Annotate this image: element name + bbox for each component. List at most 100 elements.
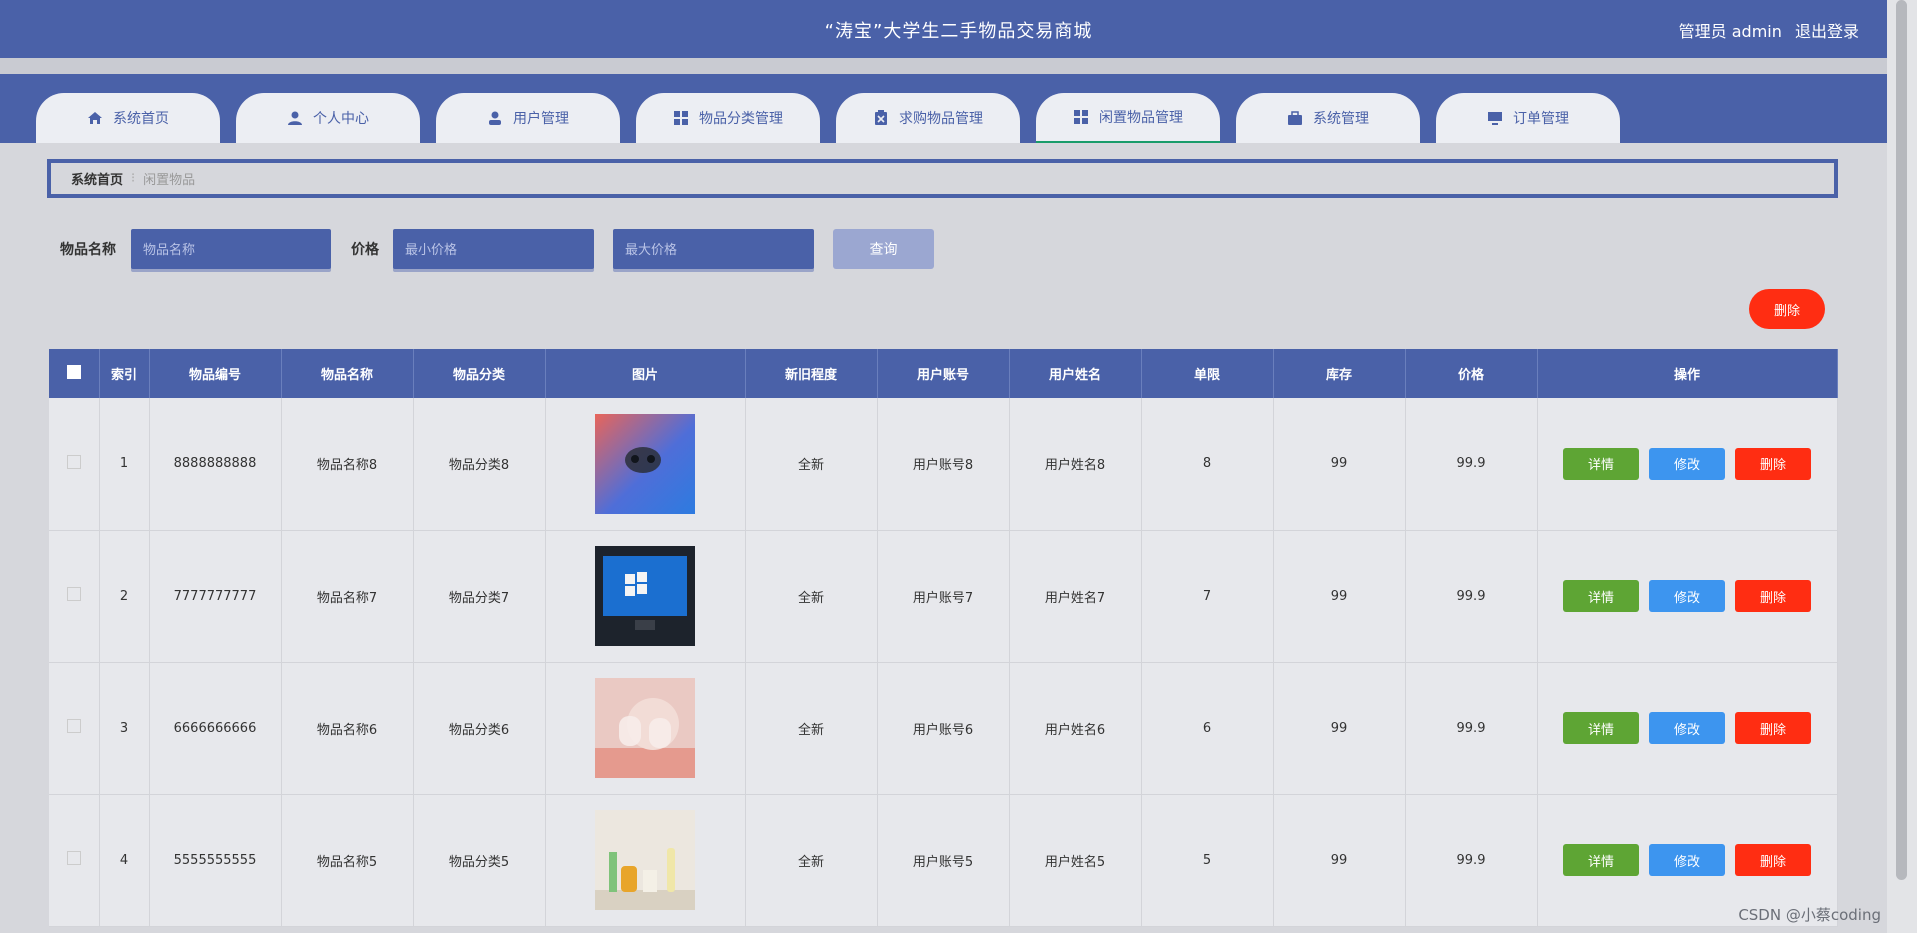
logout-link[interactable]: 退出登录 xyxy=(1795,22,1859,41)
nav-bar: 系统首页 个人中心 用户管理 物品分类管理 求购物品管理 闲置物品管理 系统管理… xyxy=(0,74,1917,143)
cell-actions: 详情 修改 删除 xyxy=(1537,398,1838,531)
tab-idle-items-management[interactable]: 闲置物品管理 xyxy=(1036,93,1220,143)
table-row: 3 6666666666 物品名称6 物品分类6 全新 用户账号6 用户姓名6 … xyxy=(49,662,1838,795)
select-all-cell xyxy=(49,349,100,398)
breadcrumb-home[interactable]: 系统首页 xyxy=(71,169,123,188)
row-checkbox[interactable] xyxy=(66,587,81,601)
cell-account: 用户账号8 xyxy=(877,398,1010,531)
tab-wanted-management[interactable]: 求购物品管理 xyxy=(836,93,1020,143)
select-all-checkbox[interactable] xyxy=(66,364,81,379)
vertical-scrollbar[interactable] xyxy=(1887,0,1917,933)
tab-personal-center[interactable]: 个人中心 xyxy=(236,93,420,143)
cell-username: 用户姓名7 xyxy=(1009,530,1142,663)
cell-stock: 99 xyxy=(1273,662,1406,795)
min-price-input[interactable] xyxy=(393,229,594,269)
item-image-bottles xyxy=(595,678,695,778)
cell-index: 4 xyxy=(99,794,150,927)
admin-area: 管理员 admin 退出登录 xyxy=(1671,18,1859,42)
query-button[interactable]: 查询 xyxy=(833,229,934,269)
cell-condition: 全新 xyxy=(745,662,878,795)
cell-limit: 6 xyxy=(1141,662,1274,795)
delete-button[interactable]: 删除 xyxy=(1735,712,1811,744)
col-index: 索引 xyxy=(99,349,150,398)
tab-label: 个人中心 xyxy=(313,111,369,127)
table-row: 1 8888888888 物品名称8 物品分类8 全新 用户账号8 用户姓名8 … xyxy=(49,398,1838,531)
search-name-label-wrap: 物品名称 xyxy=(60,229,116,269)
edit-button[interactable]: 修改 xyxy=(1649,712,1725,744)
tab-system-management[interactable]: 系统管理 xyxy=(1236,93,1420,143)
tab-label: 物品分类管理 xyxy=(699,111,783,127)
col-limit: 单限 xyxy=(1141,349,1274,398)
cell-code: 5555555555 xyxy=(149,794,282,927)
cell-name: 物品名称7 xyxy=(281,530,414,663)
col-actions: 操作 xyxy=(1537,349,1838,398)
tab-category-management[interactable]: 物品分类管理 xyxy=(636,93,820,143)
cell-category: 物品分类7 xyxy=(413,530,546,663)
cell-category: 物品分类6 xyxy=(413,662,546,795)
cell-limit: 7 xyxy=(1141,530,1274,663)
col-name: 物品名称 xyxy=(281,349,414,398)
cell-category: 物品分类8 xyxy=(413,398,546,531)
col-code: 物品编号 xyxy=(149,349,282,398)
cell-index: 2 xyxy=(99,530,150,663)
tab-label: 闲置物品管理 xyxy=(1099,110,1183,126)
detail-button[interactable]: 详情 xyxy=(1563,447,1639,480)
delete-button[interactable]: 删除 xyxy=(1735,447,1811,480)
price-label: 价格 xyxy=(351,242,379,258)
col-account: 用户账号 xyxy=(877,349,1010,398)
row-select-cell xyxy=(49,794,100,927)
detail-button[interactable]: 详情 xyxy=(1563,844,1639,876)
col-image: 图片 xyxy=(545,349,746,398)
monitor-icon xyxy=(1487,110,1503,126)
cell-actions: 详情 修改 删除 xyxy=(1537,530,1838,663)
cell-name: 物品名称6 xyxy=(281,662,414,795)
grid-icon xyxy=(673,110,689,126)
col-username: 用户姓名 xyxy=(1009,349,1142,398)
item-name-label: 物品名称 xyxy=(60,242,116,258)
search-price-label-wrap: 价格 xyxy=(351,229,379,269)
edit-button[interactable]: 修改 xyxy=(1649,844,1725,876)
row-select-cell xyxy=(49,398,100,531)
tab-label: 系统管理 xyxy=(1313,111,1369,127)
tab-label: 订单管理 xyxy=(1513,111,1569,127)
cell-code: 7777777777 xyxy=(149,530,282,663)
batch-delete-button[interactable]: 删除 xyxy=(1749,289,1825,329)
cell-image xyxy=(545,794,746,927)
cell-price: 99.9 xyxy=(1405,662,1538,795)
tab-home[interactable]: 系统首页 xyxy=(36,93,220,143)
cell-price: 99.9 xyxy=(1405,530,1538,663)
edit-button[interactable]: 修改 xyxy=(1649,580,1725,612)
tab-order-management[interactable]: 订单管理 xyxy=(1436,93,1620,143)
detail-button[interactable]: 详情 xyxy=(1563,580,1639,612)
cell-stock: 99 xyxy=(1273,794,1406,927)
row-checkbox[interactable] xyxy=(66,719,81,733)
item-image-earbuds xyxy=(595,413,695,514)
col-stock: 库存 xyxy=(1273,349,1406,398)
tab-user-management[interactable]: 用户管理 xyxy=(436,93,620,143)
tab-label: 求购物品管理 xyxy=(899,111,983,127)
cell-condition: 全新 xyxy=(745,794,878,927)
cell-stock: 99 xyxy=(1273,530,1406,663)
breadcrumb-separator: ⁝ xyxy=(131,171,136,186)
breadcrumb: 系统首页 ⁝ 闲置物品 xyxy=(47,159,1838,198)
admin-label: 管理员 admin xyxy=(1678,22,1782,41)
delete-button[interactable]: 删除 xyxy=(1735,844,1811,876)
cell-condition: 全新 xyxy=(745,398,878,531)
detail-button[interactable]: 详情 xyxy=(1563,712,1639,744)
item-image-monitor xyxy=(595,546,695,646)
cell-username: 用户姓名8 xyxy=(1009,398,1142,531)
delete-button[interactable]: 删除 xyxy=(1735,580,1811,612)
watermark: CSDN @小蔡coding xyxy=(1738,906,1881,924)
edit-button[interactable]: 修改 xyxy=(1649,447,1725,480)
cell-code: 8888888888 xyxy=(149,398,282,531)
table-header-row: 索引 物品编号 物品名称 物品分类 图片 新旧程度 用户账号 用户姓名 单限 库… xyxy=(49,349,1838,398)
max-price-input[interactable] xyxy=(613,229,814,269)
row-checkbox[interactable] xyxy=(66,454,81,469)
grid-icon xyxy=(1073,109,1089,125)
row-checkbox[interactable] xyxy=(66,851,81,865)
scrollbar-thumb[interactable] xyxy=(1896,0,1907,880)
cell-index: 3 xyxy=(99,662,150,795)
item-name-input[interactable] xyxy=(131,229,331,269)
cell-name: 物品名称8 xyxy=(281,398,414,531)
cell-account: 用户账号6 xyxy=(877,662,1010,795)
